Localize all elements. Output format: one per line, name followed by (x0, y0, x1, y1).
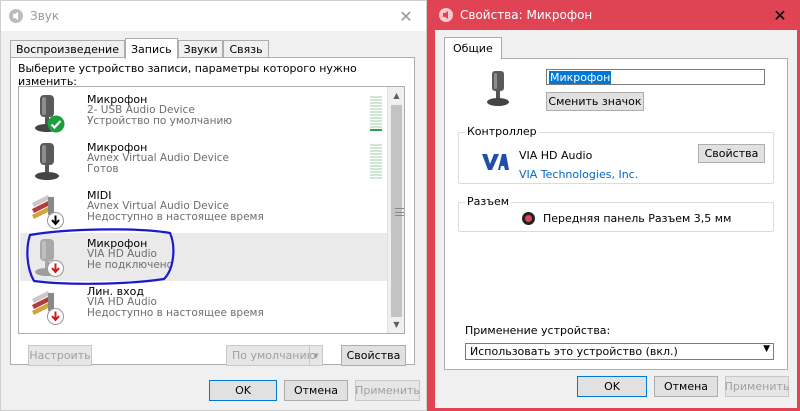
change-icon-button[interactable]: Сменить значок (546, 92, 644, 111)
down-arrow-icon (47, 260, 64, 277)
apply-button[interactable]: Применить (355, 380, 420, 401)
close-icon: ✕ (773, 5, 787, 25)
tab-communications[interactable]: Связь (223, 40, 269, 58)
usage-select[interactable]: Использовать это устройство (вкл.) ▼ (465, 343, 774, 360)
jack-description: Передняя панель Разъем 3,5 мм (543, 212, 732, 225)
sound-client: Воспроизведение Запись Звуки Связь Выбер… (1, 31, 426, 410)
device-text: Лин. вход VIA HD Audio Недоступно в наст… (87, 286, 264, 319)
set-default-button[interactable]: По умолчанию ▼ (226, 345, 323, 366)
device-name-value: Микрофон (549, 71, 612, 84)
speaker-icon (9, 9, 23, 23)
chevron-down-icon[interactable]: ▼ (309, 346, 322, 365)
controller-properties-button[interactable]: Свойства (698, 144, 765, 163)
list-item[interactable]: Микрофон VIA HD Audio Не подключено (20, 233, 387, 281)
microphone-icon (487, 71, 509, 106)
tab-playback[interactable]: Воспроизведение (10, 40, 125, 58)
device-status: Готов (87, 163, 119, 175)
device-text: Микрофон Avnex Virtual Audio Device Гото… (87, 142, 229, 175)
set-default-label: По умолчанию (232, 349, 316, 362)
list-item[interactable]: Лин. вход VIA HD Audio Недоступно в наст… (20, 281, 387, 329)
device-status: Устройство по умолчанию (87, 115, 233, 127)
sound-window: Звук ✕ Воспроизведение Запись Звуки Связ… (0, 0, 427, 411)
device-status: Недоступно в настоящее время (87, 211, 264, 223)
device-list[interactable]: Микрофон 2- USB Audio Device Устройство … (18, 86, 405, 334)
window-title: Свойства: Микрофон (460, 8, 593, 22)
list-item[interactable]: Микрофон Avnex Virtual Audio Device Гото… (20, 137, 387, 185)
device-text: Микрофон VIA HD Audio Не подключено (87, 238, 173, 271)
list-item[interactable]: Микрофон 2- USB Audio Device Устройство … (20, 89, 387, 137)
device-text: Микрофон 2- USB Audio Device Устройство … (87, 94, 232, 127)
vertical-scrollbar[interactable]: ▲ ▼ (387, 87, 404, 333)
cancel-button[interactable]: Отмена (654, 376, 718, 397)
apply-button[interactable]: Применить (725, 376, 789, 397)
list-item[interactable]: MIDI Avnex Virtual Audio Device Недоступ… (20, 185, 387, 233)
controller-label: Контроллер (465, 125, 539, 138)
scroll-down-icon[interactable]: ▼ (388, 316, 404, 333)
configure-button[interactable]: Настроить (28, 345, 92, 366)
speaker-icon (439, 8, 453, 22)
level-meter (370, 144, 382, 180)
recording-panel: Выберите устройство записи, параметры ко… (10, 57, 415, 366)
close-button[interactable]: ✕ (386, 1, 426, 31)
instruction-text: Выберите устройство записи, параметры ко… (18, 62, 357, 88)
properties-button[interactable]: Свойства (341, 345, 406, 366)
audio-jack-icon (522, 212, 535, 225)
tab-general[interactable]: Общие (444, 37, 502, 59)
close-icon: ✕ (399, 6, 413, 26)
sound-titlebar[interactable]: Звук ✕ (1, 1, 426, 31)
usage-label: Применение устройства: (465, 324, 611, 337)
via-logo-icon (482, 154, 509, 170)
device-text: MIDI Avnex Virtual Audio Device Недоступ… (87, 190, 264, 223)
down-arrow-icon (47, 308, 64, 325)
level-meter (370, 96, 382, 132)
controller-vendor-link[interactable]: VIA Technologies, Inc. (519, 168, 638, 181)
device-name-input[interactable]: Микрофон (546, 69, 765, 85)
ok-button[interactable]: OK (577, 376, 647, 397)
tab-sounds[interactable]: Звуки (177, 40, 224, 58)
close-button[interactable]: ✕ (760, 0, 800, 30)
cancel-button[interactable]: Отмена (284, 380, 348, 401)
usage-selected-value: Использовать это устройство (вкл.) (470, 345, 678, 358)
microphone-icon (35, 143, 59, 180)
window-title: Звук (30, 9, 60, 23)
ok-button[interactable]: OK (209, 380, 277, 401)
properties-titlebar[interactable]: Свойства: Микрофон ✕ (431, 0, 800, 30)
scroll-thumb[interactable] (391, 105, 404, 317)
jack-label: Разъем (465, 195, 512, 208)
down-arrow-icon (47, 212, 64, 229)
controller-device: VIA HD Audio (519, 149, 593, 162)
device-status: Недоступно в настоящее время (87, 307, 264, 319)
device-status: Не подключено (87, 259, 174, 271)
chevron-down-icon: ▼ (763, 344, 770, 354)
scroll-up-icon[interactable]: ▲ (388, 87, 404, 104)
tab-strip: Воспроизведение Запись Звуки Связь (10, 38, 269, 59)
check-icon (47, 115, 65, 133)
tab-recording[interactable]: Запись (124, 38, 178, 59)
